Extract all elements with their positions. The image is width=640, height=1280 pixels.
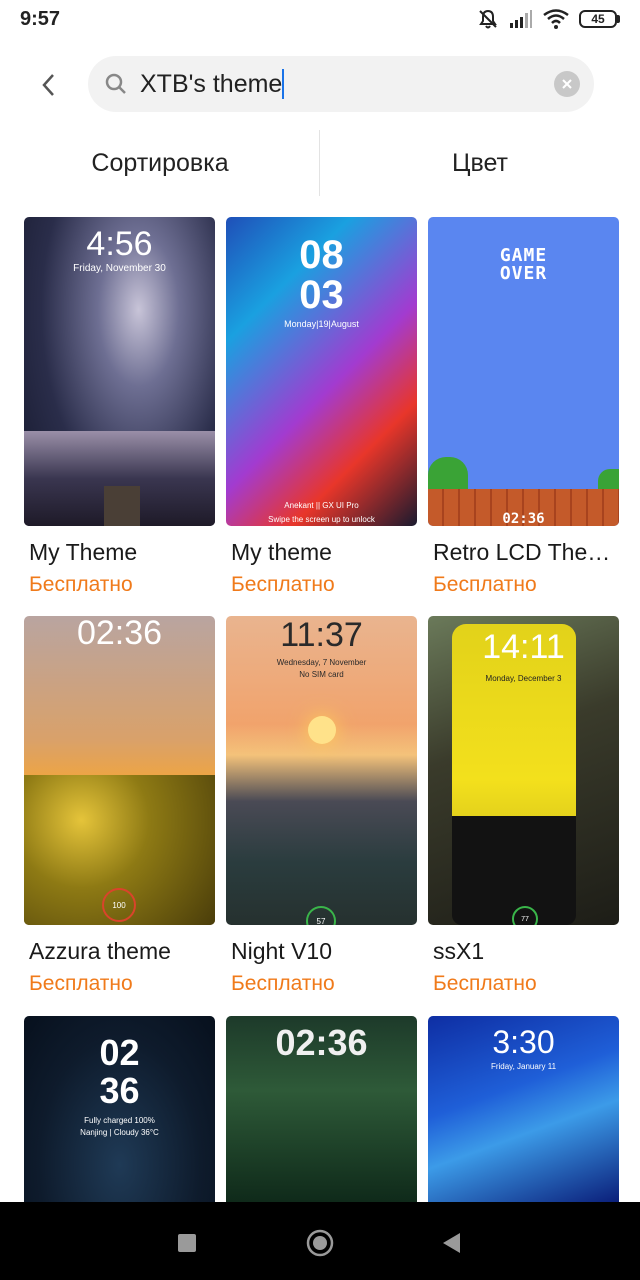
theme-thumbnail[interactable]: 02:36 100 [24, 616, 215, 925]
back-nav-icon [443, 1233, 460, 1253]
battery-icon: 45 [579, 10, 620, 28]
search-query: XTB's theme [140, 69, 283, 98]
search-input[interactable]: XTB's theme [140, 68, 285, 100]
clear-button[interactable] [554, 71, 580, 97]
status-icons: 45 [477, 8, 620, 30]
color-button[interactable]: Цвет [320, 130, 640, 196]
theme-card[interactable]: 11:37 Wednesday, 7 November No SIM card … [226, 616, 417, 995]
theme-card[interactable]: 02 36 Fully charged 100% Nanjing | Cloud… [24, 1016, 215, 1202]
recents-icon [178, 1234, 196, 1252]
status-bar: 9:57 45 [0, 0, 640, 40]
back-nav-button[interactable] [434, 1226, 468, 1260]
preview-date: Wednesday, 7 November [276, 658, 367, 667]
preview-hill [428, 457, 468, 489]
battery-level: 45 [579, 10, 617, 28]
home-button[interactable] [303, 1226, 337, 1260]
wifi-icon [543, 9, 569, 29]
theme-card[interactable]: 3:30 Friday, January 11 [428, 1016, 619, 1202]
theme-card[interactable]: 02:36 100 Azzura theme Бесплатно [24, 616, 215, 995]
preview-clock: 02:36 [76, 616, 163, 652]
mute-icon [477, 8, 499, 30]
theme-thumbnail[interactable]: 02 36 Fully charged 100% Nanjing | Cloud… [24, 1016, 215, 1202]
theme-price: Бесплатно [433, 972, 537, 995]
preview-clock: 02:36 [275, 1022, 368, 1063]
preview-clock-minutes: 36 [99, 1070, 140, 1111]
theme-thumbnail[interactable]: 14:11 Monday, December 3 77 [428, 616, 619, 925]
theme-card[interactable]: 4:56 Friday, November 30 My Theme Беспла… [24, 217, 215, 596]
theme-title: ssX1 [433, 938, 485, 964]
recents-button[interactable] [170, 1226, 204, 1260]
theme-thumbnail[interactable]: 11:37 Wednesday, 7 November No SIM card … [226, 616, 417, 925]
theme-title: Night V10 [231, 938, 333, 964]
preview-clock-hours: 08 [299, 233, 344, 277]
search-header: XTB's theme [0, 56, 640, 114]
preview-status: Fully charged 100% [84, 1116, 155, 1125]
theme-card[interactable]: 14:11 Monday, December 3 77 ssX1 Бесплат… [428, 616, 619, 995]
filter-row: Сортировка Цвет [0, 130, 640, 196]
preview-hill [598, 469, 619, 489]
preview-hint: Swipe the screen up to unlock [268, 515, 375, 524]
home-icon [306, 1229, 334, 1257]
preview-banner-bottom: OVER [499, 263, 548, 284]
preview-date: Friday, January 11 [490, 1062, 557, 1071]
theme-price: Бесплатно [231, 972, 335, 995]
theme-thumbnail[interactable]: 02:36 [226, 1016, 417, 1202]
clear-icon [562, 79, 572, 89]
preview-footer: Anekant || GX UI Pro [284, 501, 359, 510]
preview-battery-badge: 57 [306, 906, 336, 925]
theme-title: Retro LCD The… [433, 539, 611, 565]
theme-thumbnail[interactable]: GAME OVER 02:36 [428, 217, 619, 526]
preview-bottle-base [452, 816, 576, 925]
preview-clock-minutes: 03 [299, 273, 344, 317]
search-box[interactable]: XTB's theme [88, 56, 594, 112]
preview-clock: 14:11 [482, 628, 565, 666]
preview-status: No SIM card [299, 670, 344, 679]
preview-sun [308, 716, 336, 744]
theme-card[interactable]: 08 03 Monday|19|August Anekant || GX UI … [226, 217, 417, 596]
preview-date: Monday, December 3 [485, 674, 562, 683]
theme-title: My theme [231, 539, 332, 565]
theme-title: My Theme [29, 539, 138, 565]
back-button[interactable] [26, 62, 72, 108]
navigation-bar [0, 1202, 640, 1280]
theme-thumbnail[interactable]: 3:30 Friday, January 11 [428, 1016, 619, 1202]
preview-clock-hours: 02 [99, 1032, 140, 1073]
preview-date: Monday|19|August [284, 319, 359, 329]
signal-icon [509, 9, 533, 29]
text-caret [282, 69, 285, 99]
theme-card[interactable]: GAME OVER 02:36 Retro LCD The… Бесплатно [428, 217, 619, 596]
preview-weather: Nanjing | Cloudy 36°C [80, 1128, 159, 1137]
theme-price: Бесплатно [231, 573, 335, 596]
theme-price: Бесплатно [433, 573, 537, 596]
preview-clock: 11:37 [280, 616, 363, 654]
sort-button[interactable]: Сортировка [0, 130, 320, 196]
preview-clock: 3:30 [492, 1024, 555, 1060]
status-time: 9:57 [20, 8, 61, 30]
search-icon [105, 73, 126, 94]
preview-battery-badge: 100 [102, 888, 136, 922]
preview-date: Friday, November 30 [73, 263, 166, 274]
theme-price: Бесплатно [29, 573, 133, 596]
preview-clock: 02:36 [502, 511, 545, 526]
theme-card[interactable]: 02:36 [226, 1016, 417, 1202]
preview-pier [104, 486, 140, 526]
theme-thumbnail[interactable]: 4:56 Friday, November 30 [24, 217, 215, 526]
theme-price: Бесплатно [29, 972, 133, 995]
filter-divider [319, 130, 320, 196]
preview-clock: 4:56 [86, 225, 153, 263]
theme-thumbnail[interactable]: 08 03 Monday|19|August Anekant || GX UI … [226, 217, 417, 526]
theme-title: Azzura theme [29, 938, 171, 964]
back-icon [42, 74, 54, 96]
preview-battery-badge: 77 [512, 906, 538, 925]
